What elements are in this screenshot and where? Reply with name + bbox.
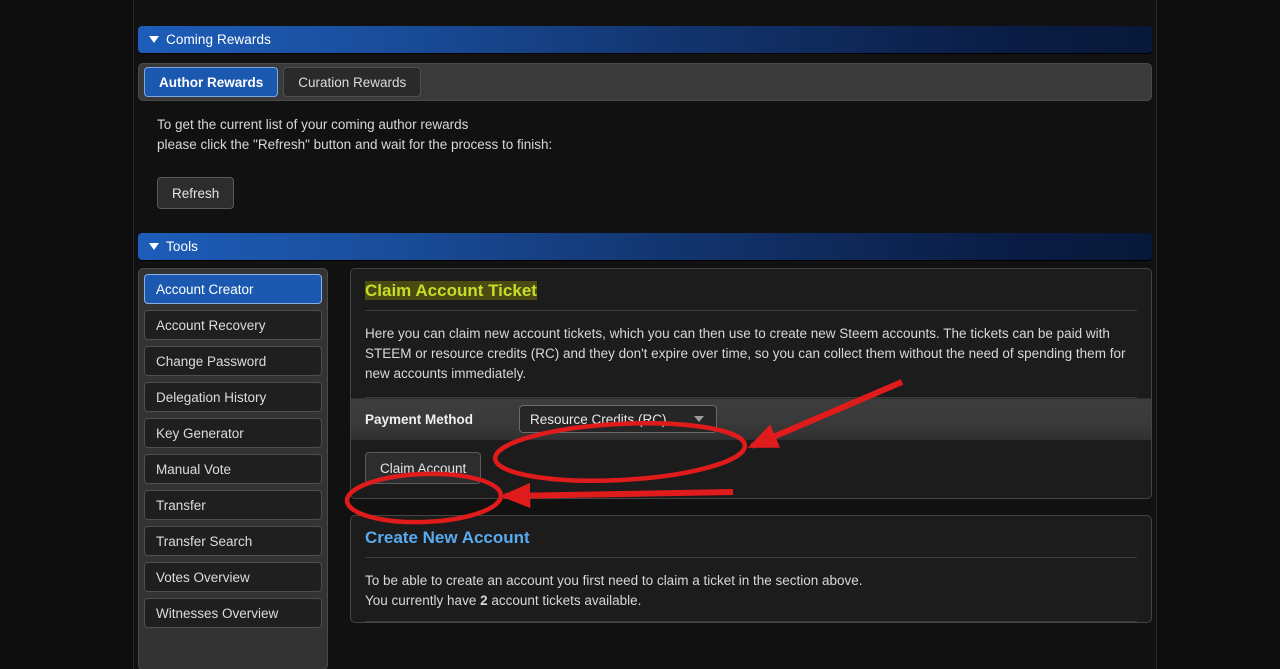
sidebar-item-change-password[interactable]: Change Password xyxy=(144,346,322,376)
create-card-title: Create New Account xyxy=(351,516,1151,557)
refresh-button-label: Refresh xyxy=(172,185,220,201)
refresh-hint-line-2: please click the "Refresh" button and wa… xyxy=(157,137,553,152)
payment-method-select[interactable]: Resource Credits (RC) xyxy=(519,405,717,433)
claim-card-title-text: Claim Account Ticket xyxy=(365,281,537,300)
create-card-line-2-prefix: You currently have xyxy=(365,593,481,608)
tools-sidebar: Account Creator Account Recovery Change … xyxy=(138,268,328,669)
claim-account-button[interactable]: Claim Account xyxy=(365,452,482,484)
sidebar-item-key-generator[interactable]: Key Generator xyxy=(144,418,322,448)
rewards-tab-strip: Author Rewards Curation Rewards xyxy=(138,63,1152,101)
sidebar-item-label: Transfer xyxy=(156,497,206,513)
refresh-hint-line-1: To get the current list of your coming a… xyxy=(157,117,469,132)
sidebar-item-votes-overview[interactable]: Votes Overview xyxy=(144,562,322,592)
tab-curation-rewards[interactable]: Curation Rewards xyxy=(283,67,422,97)
section-title-tools: Tools xyxy=(166,239,199,254)
payment-method-row: Payment Method Resource Credits (RC) xyxy=(351,398,1151,440)
divider xyxy=(365,621,1137,622)
caret-down-icon xyxy=(149,243,159,250)
sidebar-item-witnesses-overview[interactable]: Witnesses Overview xyxy=(144,598,322,628)
create-card-line-2: You currently have 2 account tickets ava… xyxy=(365,591,1137,611)
tools-main-panel: Claim Account Ticket Here you can claim … xyxy=(350,268,1152,623)
claim-account-row: Claim Account xyxy=(351,440,1151,498)
claim-card-title: Claim Account Ticket xyxy=(351,269,1151,310)
sidebar-item-label: Delegation History xyxy=(156,389,267,405)
sidebar-item-label: Account Creator xyxy=(156,281,254,297)
payment-method-selected-value: Resource Credits (RC) xyxy=(530,411,667,427)
sidebar-item-label: Change Password xyxy=(156,353,267,369)
sidebar-item-delegation-history[interactable]: Delegation History xyxy=(144,382,322,412)
payment-method-label: Payment Method xyxy=(365,411,474,427)
sidebar-item-label: Votes Overview xyxy=(156,569,250,585)
tools-area: Account Creator Account Recovery Change … xyxy=(138,268,1152,669)
sidebar-item-label: Witnesses Overview xyxy=(156,605,279,621)
sidebar-item-account-creator[interactable]: Account Creator xyxy=(144,274,322,304)
sidebar-item-transfer-search[interactable]: Transfer Search xyxy=(144,526,322,556)
create-card-line-2-suffix: account tickets available. xyxy=(487,593,642,608)
create-card-line-1: To be able to create an account you firs… xyxy=(365,573,863,588)
tab-author-rewards-label: Author Rewards xyxy=(159,74,264,90)
sidebar-item-label: Key Generator xyxy=(156,425,244,441)
sidebar-item-label: Transfer Search xyxy=(156,533,253,549)
tab-author-rewards[interactable]: Author Rewards xyxy=(144,67,279,97)
chevron-down-icon xyxy=(694,416,704,422)
sidebar-item-manual-vote[interactable]: Manual Vote xyxy=(144,454,322,484)
tab-curation-rewards-label: Curation Rewards xyxy=(298,74,407,90)
sidebar-item-label: Manual Vote xyxy=(156,461,232,477)
section-header-coming-rewards[interactable]: Coming Rewards xyxy=(138,26,1152,53)
refresh-button-wrap: Refresh xyxy=(157,177,1152,209)
sidebar-item-transfer[interactable]: Transfer xyxy=(144,490,322,520)
app-root: Coming Rewards Author Rewards Curation R… xyxy=(0,0,1280,669)
caret-down-icon xyxy=(149,36,159,43)
create-card-title-text: Create New Account xyxy=(365,528,530,547)
sidebar-item-label: Account Recovery xyxy=(156,317,266,333)
section-title-coming-rewards: Coming Rewards xyxy=(166,32,271,47)
coming-rewards-body: To get the current list of your coming a… xyxy=(134,101,1156,209)
claim-card-description: Here you can claim new account tickets, … xyxy=(365,326,1126,381)
create-card-description: To be able to create an account you firs… xyxy=(351,558,1151,621)
claim-account-ticket-card: Claim Account Ticket Here you can claim … xyxy=(350,268,1152,499)
refresh-button[interactable]: Refresh xyxy=(157,177,235,209)
section-header-tools[interactable]: Tools xyxy=(138,233,1152,260)
claim-account-button-label: Claim Account xyxy=(380,460,467,476)
sidebar-item-account-recovery[interactable]: Account Recovery xyxy=(144,310,322,340)
create-new-account-card: Create New Account To be able to create … xyxy=(350,515,1152,623)
available-tickets-count: 2 xyxy=(480,593,488,608)
page-container: Coming Rewards Author Rewards Curation R… xyxy=(133,0,1157,669)
